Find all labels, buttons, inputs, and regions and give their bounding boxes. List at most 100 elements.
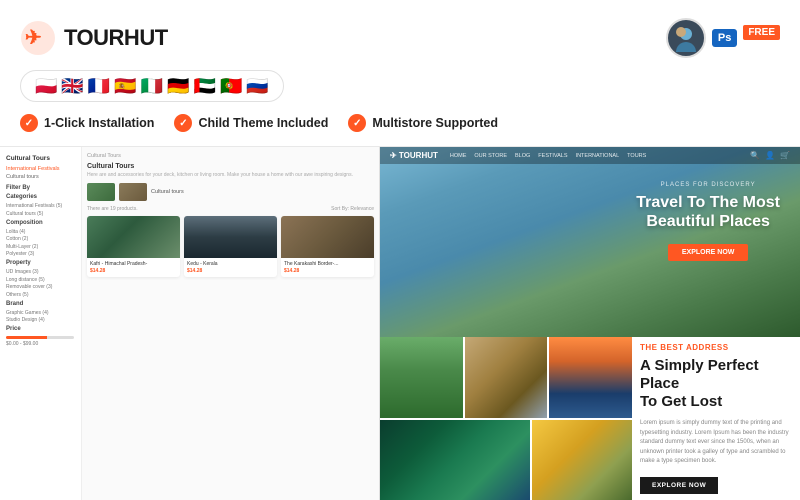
gallery-heading: A Simply Perfect Place To Get Lost xyxy=(640,357,792,411)
flag-row: 🇵🇱 🇬🇧 🇫🇷 🇪🇸 🇮🇹 🇩🇪 🇦🇪 🇵🇹 🇷🇺 xyxy=(20,70,284,102)
badge-free: FREE xyxy=(743,25,780,40)
composition-title: Composition xyxy=(6,220,75,226)
mountain-dark-img xyxy=(184,216,277,258)
gallery-section: THE BEST ADDRESS A Simply Perfect Place … xyxy=(380,337,800,500)
user-icon[interactable]: 👤 xyxy=(765,151,775,160)
product-name-1: Kafri - Himachal Pradesh- xyxy=(87,258,180,268)
nav-international[interactable]: INTERNATIONAL xyxy=(576,153,620,159)
comp-item-1[interactable]: Lolita (4) xyxy=(6,229,75,235)
feature-label-1: 1-Click Installation xyxy=(44,116,154,130)
property-title: Property xyxy=(6,260,75,266)
gallery-row-1 xyxy=(380,337,632,418)
comp-item-4[interactable]: Polyester (3) xyxy=(6,251,75,257)
hero-section: ✈ TOURHUT HOME OUR STORE BLOG FESTIVALS … xyxy=(380,147,800,337)
product-img-3 xyxy=(281,216,374,258)
gallery-img-sunset xyxy=(549,337,632,418)
gallery-img-aurora xyxy=(380,420,530,500)
ruins-img xyxy=(281,216,374,258)
gallery-left xyxy=(380,337,632,500)
category-item-2[interactable]: Cultural tours (5) xyxy=(6,211,75,217)
flag-ae: 🇦🇪 xyxy=(194,77,216,95)
categories-title: Categories xyxy=(6,194,75,200)
feature-row: ✓ 1-Click Installation ✓ Child Theme Inc… xyxy=(20,114,780,132)
avatar xyxy=(666,18,706,58)
flag-gb: 🇬🇧 xyxy=(61,77,83,95)
logo-icon: ✈ xyxy=(20,20,56,56)
green-field-img xyxy=(380,337,463,418)
product-card-1[interactable]: Kafri - Himachal Pradesh- $14.28 xyxy=(87,216,180,277)
hero-nav-icons: 🔍 👤 🛒 xyxy=(750,151,790,160)
sunset-water-img xyxy=(549,337,632,418)
gallery-cta-button[interactable]: EXPLORE NOW xyxy=(640,477,718,494)
badge-area: Ps FREE xyxy=(666,18,780,58)
gallery-img-flowers xyxy=(532,420,632,500)
flag-it: 🇮🇹 xyxy=(141,77,163,95)
yellow-flowers-img xyxy=(532,420,632,500)
filter-section: Filter By Categories International Festi… xyxy=(6,185,75,347)
brand-item-1[interactable]: Graphic Games (4) xyxy=(6,310,75,316)
nav-festivals[interactable]: FESTIVALS xyxy=(538,153,567,159)
product-grid: Kafri - Himachal Pradesh- $14.28 Kedu - … xyxy=(87,216,374,277)
filter-title: Filter By xyxy=(6,185,75,191)
sidebar-category-title: Cultural Tours xyxy=(6,155,75,162)
product-card-3[interactable]: The Karakashi Border-... $14.28 xyxy=(281,216,374,277)
gallery-right: THE BEST ADDRESS A Simply Perfect Place … xyxy=(632,337,800,500)
hero-nav: ✈ TOURHUT HOME OUR STORE BLOG FESTIVALS … xyxy=(380,147,800,164)
prop-item-3[interactable]: Removable cover (3) xyxy=(6,284,75,290)
sort-label[interactable]: Sort By: Relevance xyxy=(331,206,374,212)
gallery-subtitle: THE BEST ADDRESS xyxy=(640,343,792,352)
prop-item-4[interactable]: Others (5) xyxy=(6,292,75,298)
sub-label: Cultural tours xyxy=(151,189,184,195)
nav-home[interactable]: HOME xyxy=(450,153,467,159)
camel-desert-img xyxy=(465,337,548,418)
feature-label-2: Child Theme Included xyxy=(198,116,328,130)
comp-item-3[interactable]: Multi-Layer (2) xyxy=(6,244,75,250)
check-icon-2: ✓ xyxy=(174,114,192,132)
flag-fr: 🇫🇷 xyxy=(88,77,110,95)
logo-text: TOURHUT xyxy=(64,25,168,51)
cart-icon[interactable]: 🛒 xyxy=(780,151,790,160)
flag-es: 🇪🇸 xyxy=(114,77,136,95)
product-img-1 xyxy=(87,216,180,258)
product-name-2: Kedu - Kerala xyxy=(184,258,277,268)
feature-multistore: ✓ Multistore Supported xyxy=(348,114,498,132)
sidebar-link-2[interactable]: Cultural tours xyxy=(6,174,75,180)
sub-thumb-1 xyxy=(87,183,115,201)
product-card-2[interactable]: Kedu - Kerala $14.28 xyxy=(184,216,277,277)
aurora-img xyxy=(380,420,530,500)
main-container: ✈ TOURHUT Ps FREE 🇵🇱 🇬🇧 🇫🇷 xyxy=(0,0,800,500)
hero-nav-logo: ✈ TOURHUT xyxy=(390,151,438,160)
castle-img xyxy=(87,216,180,258)
logo-area: ✈ TOURHUT xyxy=(20,20,168,56)
feature-1click: ✓ 1-Click Installation xyxy=(20,114,154,132)
sub-thumb-2 xyxy=(119,183,147,201)
category-item-1[interactable]: International Festivals (5) xyxy=(6,203,75,209)
check-icon-1: ✓ xyxy=(20,114,38,132)
hero-cta-button[interactable]: EXPLORE NOW xyxy=(668,244,749,261)
search-icon[interactable]: 🔍 xyxy=(750,151,760,160)
nav-blog[interactable]: BLOG xyxy=(515,153,530,159)
shop-nav: Cultural Tours xyxy=(87,153,374,159)
brand-item-2[interactable]: Studio Design (4) xyxy=(6,317,75,323)
hero-subtitle: PLACES FOR DISCOVERY xyxy=(636,182,780,188)
top-section: ✈ TOURHUT Ps FREE 🇵🇱 🇬🇧 🇫🇷 xyxy=(0,0,800,146)
sub-section: Cultural tours xyxy=(87,183,374,201)
left-preview: Cultural Tours International Festivals C… xyxy=(0,147,380,500)
prop-item-2[interactable]: Long distance (5) xyxy=(6,277,75,283)
comp-item-2[interactable]: Cotton (2) xyxy=(6,236,75,242)
right-preview: ✈ TOURHUT HOME OUR STORE BLOG FESTIVALS … xyxy=(380,147,800,500)
product-price-2: $14.28 xyxy=(184,268,277,277)
gallery-img-camel xyxy=(465,337,548,418)
flag-de: 🇩🇪 xyxy=(167,77,189,95)
sub-thumb-green xyxy=(87,183,115,201)
shop-sidebar: Cultural Tours International Festivals C… xyxy=(0,147,82,500)
header-row: ✈ TOURHUT Ps FREE xyxy=(20,18,780,58)
product-price-1: $14.28 xyxy=(87,268,180,277)
nav-store[interactable]: OUR STORE xyxy=(474,153,507,159)
nav-tours[interactable]: TOURS xyxy=(627,153,646,159)
prop-item-1[interactable]: UD Images (3) xyxy=(6,269,75,275)
price-title: Price xyxy=(6,326,75,332)
price-slider[interactable] xyxy=(6,336,74,339)
sidebar-link-1[interactable]: International Festivals xyxy=(6,166,75,172)
shop-desc: Here are and accessories for your deck, … xyxy=(87,172,374,179)
